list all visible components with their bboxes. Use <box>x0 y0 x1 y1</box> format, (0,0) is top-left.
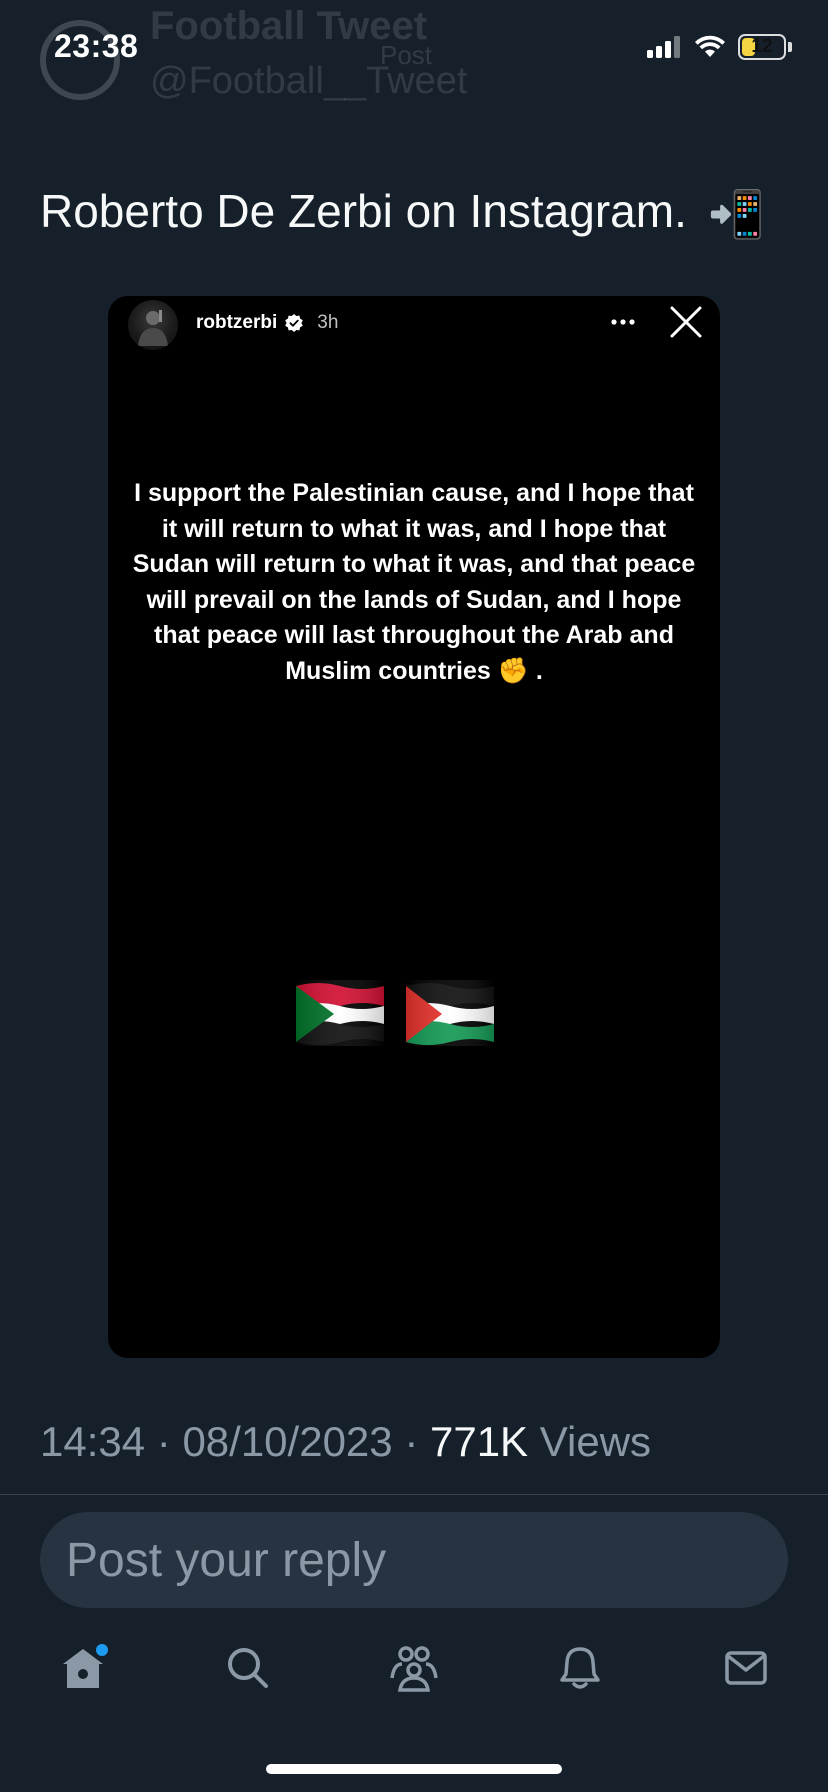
search-icon <box>228 1648 268 1688</box>
divider <box>0 1494 828 1495</box>
status-bar: 23:38 12 <box>0 0 828 100</box>
reply-input[interactable]: Post your reply <box>40 1512 788 1608</box>
home-indicator <box>266 1764 562 1774</box>
views-count[interactable]: 771K <box>430 1418 528 1465</box>
verified-badge-icon <box>285 314 304 332</box>
story-flags <box>294 980 496 1046</box>
sudan-flag-icon <box>296 980 384 1046</box>
tweet-date: 08/10/2023 <box>182 1418 393 1465</box>
status-icons: 12 <box>646 34 792 60</box>
status-time: 23:38 <box>54 28 139 64</box>
story-time: 3h <box>317 312 339 333</box>
notifications-icon <box>560 1647 600 1689</box>
story-avatar <box>128 300 178 350</box>
communities-icon <box>390 1646 438 1692</box>
bottom-nav <box>0 1636 828 1716</box>
tweet-meta: 14:34 · 08/10/2023 · 771K Views <box>40 1418 651 1466</box>
tweet-media[interactable]: robtzerbi 3h I support the Palestinian c… <box>108 296 720 1358</box>
more-options-icon <box>611 319 635 325</box>
nav-search[interactable] <box>216 1636 280 1700</box>
meta-separator: · <box>145 1418 183 1465</box>
story-message: I support the Palestinian cause, and I h… <box>132 479 696 685</box>
battery-icon: 12 <box>738 34 786 60</box>
cellular-signal-icon <box>647 36 680 58</box>
tweet-text: Roberto De Zerbi on Instagram. 📲 <box>40 184 765 242</box>
mobile-arrow-emoji-icon: 📲 <box>707 188 765 241</box>
meta-separator: · <box>392 1418 430 1465</box>
nav-notifications[interactable] <box>548 1636 612 1700</box>
story-header: robtzerbi 3h <box>196 312 338 334</box>
palestine-flag-icon <box>406 980 494 1046</box>
views-label[interactable]: Views <box>528 1418 651 1465</box>
nav-communities[interactable] <box>382 1636 446 1700</box>
nav-messages[interactable] <box>714 1636 778 1700</box>
story-username: robtzerbi <box>196 312 278 333</box>
home-notification-dot <box>96 1644 108 1656</box>
tweet-time: 14:34 <box>40 1418 146 1465</box>
messages-icon <box>725 1651 767 1685</box>
reply-placeholder: Post your reply <box>66 1533 387 1587</box>
wifi-icon <box>695 35 725 57</box>
battery-level: 12 <box>751 36 773 57</box>
tweet-text-content: Roberto De Zerbi on Instagram. <box>40 185 687 237</box>
close-icon <box>670 306 702 338</box>
